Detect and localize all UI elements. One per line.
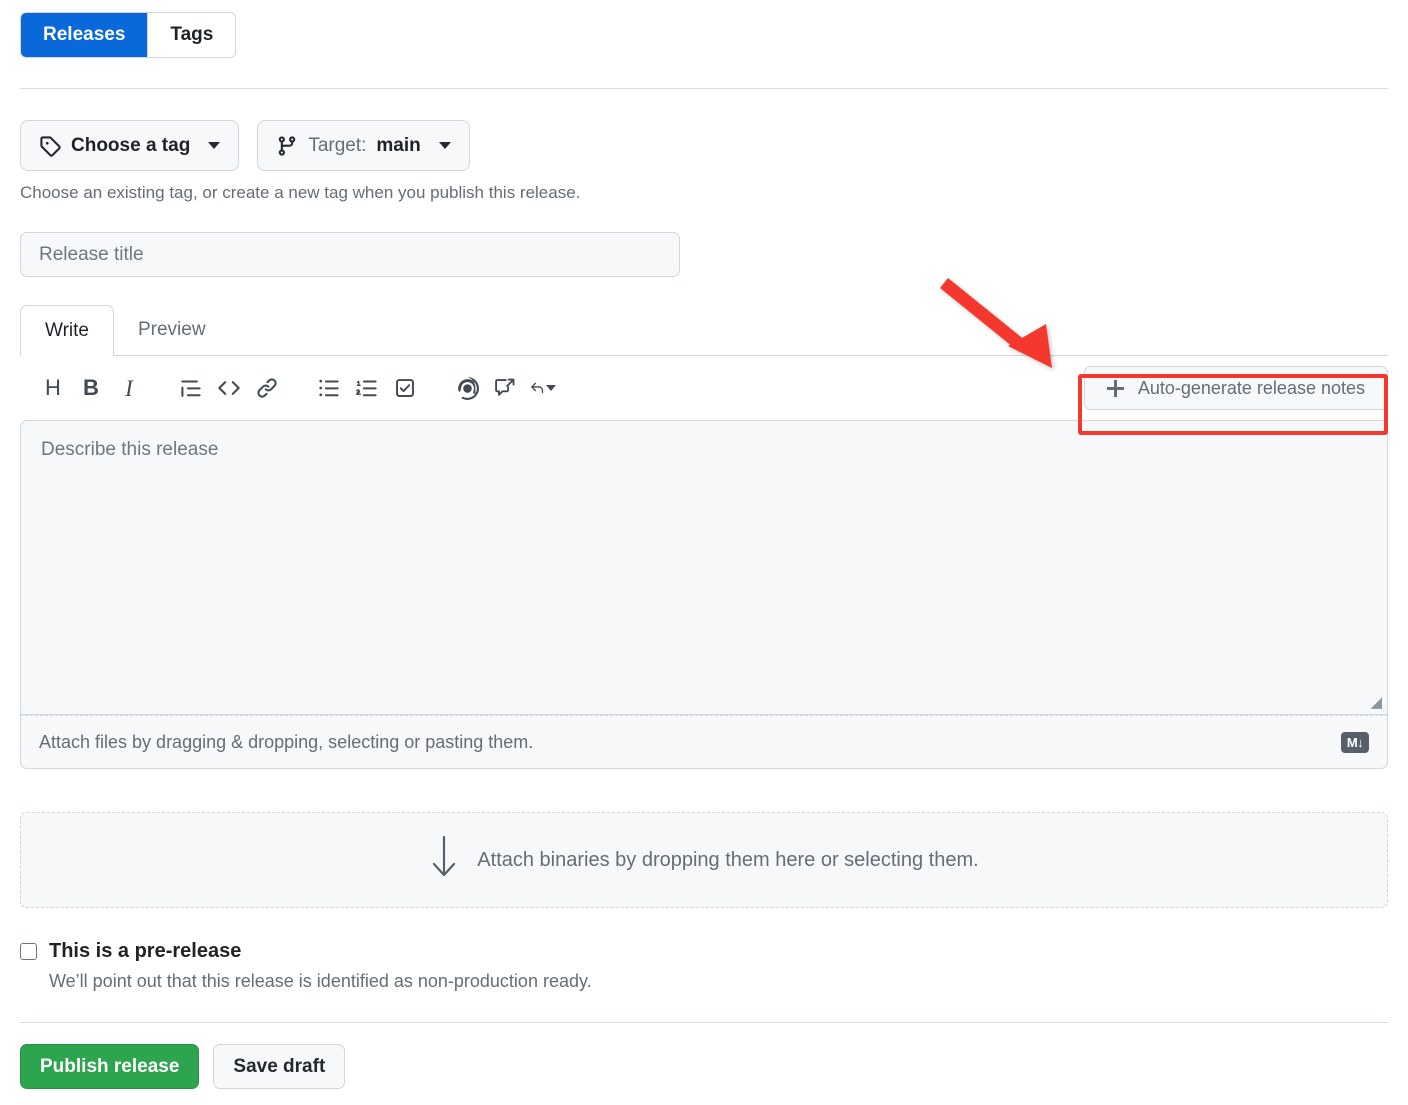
chevron-down-icon (208, 142, 221, 149)
attach-binaries-text: Attach binaries by dropping them here or… (477, 848, 979, 871)
prerelease-row[interactable]: This is a pre-release (20, 940, 820, 963)
release-description-textarea[interactable] (20, 420, 1388, 715)
release-description-editor: Write Preview H B I Auto-generate releas… (20, 305, 1388, 769)
tab-write[interactable]: Write (20, 305, 114, 356)
bold-icon[interactable]: B (72, 369, 110, 407)
choose-tag-label: Choose a tag (71, 134, 191, 156)
markdown-toolbar: H B I Auto-generate release notes (20, 356, 1388, 420)
attach-binaries-dropzone[interactable]: Attach binaries by dropping them here or… (20, 812, 1388, 908)
code-icon[interactable] (210, 369, 248, 407)
auto-generate-release-notes-button[interactable]: Auto-generate release notes (1083, 366, 1388, 410)
git-branch-icon (276, 135, 298, 157)
publish-release-button[interactable]: Publish release (20, 1044, 200, 1089)
download-arrow-icon (429, 834, 459, 886)
chevron-down-icon (546, 385, 556, 391)
prerelease-checkbox[interactable] (20, 943, 37, 960)
new-release-page: Releases Tags Choose a tag Target: main (0, 0, 1408, 1105)
italic-icon[interactable]: I (110, 369, 148, 407)
task-list-icon[interactable] (386, 369, 424, 407)
unordered-list-icon[interactable] (310, 369, 348, 407)
tab-tags[interactable]: Tags (147, 13, 236, 57)
link-icon[interactable] (248, 369, 286, 407)
tag-target-row: Choose a tag Target: main (20, 120, 470, 171)
prerelease-description: We’ll point out that this release is ide… (49, 971, 592, 991)
ordered-list-icon[interactable] (348, 369, 386, 407)
autogen-wrap: Auto-generate release notes (1083, 366, 1388, 410)
tag-helper-text: Choose an existing tag, or create a new … (20, 183, 581, 202)
prerelease-section: This is a pre-release We’ll point out th… (20, 940, 820, 992)
target-branch-button[interactable]: Target: main (257, 120, 470, 171)
tab-preview[interactable]: Preview (114, 305, 230, 355)
reference-icon[interactable] (486, 369, 524, 407)
quote-icon[interactable] (172, 369, 210, 407)
save-draft-button[interactable]: Save draft (213, 1044, 346, 1089)
editor-tab-bar: Write Preview (20, 305, 1388, 356)
prerelease-label[interactable]: This is a pre-release (49, 940, 241, 963)
markdown-icon[interactable]: M↓ (1341, 731, 1369, 753)
release-title-input[interactable] (20, 232, 680, 277)
tab-releases[interactable]: Releases (21, 13, 148, 57)
mention-icon[interactable] (448, 369, 486, 407)
heading-icon[interactable]: H (34, 369, 72, 407)
editor-footer: Attach files by dragging & dropping, sel… (20, 715, 1388, 769)
choose-tag-button[interactable]: Choose a tag (20, 120, 240, 171)
releases-tags-segmented-control[interactable]: Releases Tags (20, 12, 237, 58)
plus-icon (1106, 379, 1124, 397)
chevron-down-icon (438, 142, 451, 149)
target-prefix-label: Target: (308, 134, 367, 156)
header-divider (20, 88, 1388, 89)
saved-replies-icon[interactable] (524, 369, 562, 407)
attach-files-hint: Attach files by dragging & dropping, sel… (39, 731, 534, 752)
auto-generate-label: Auto-generate release notes (1137, 377, 1365, 398)
form-actions: Publish release Save draft (20, 1044, 346, 1089)
target-value-label: main (376, 134, 421, 156)
footer-divider (20, 1022, 1388, 1023)
tag-icon (39, 135, 61, 157)
